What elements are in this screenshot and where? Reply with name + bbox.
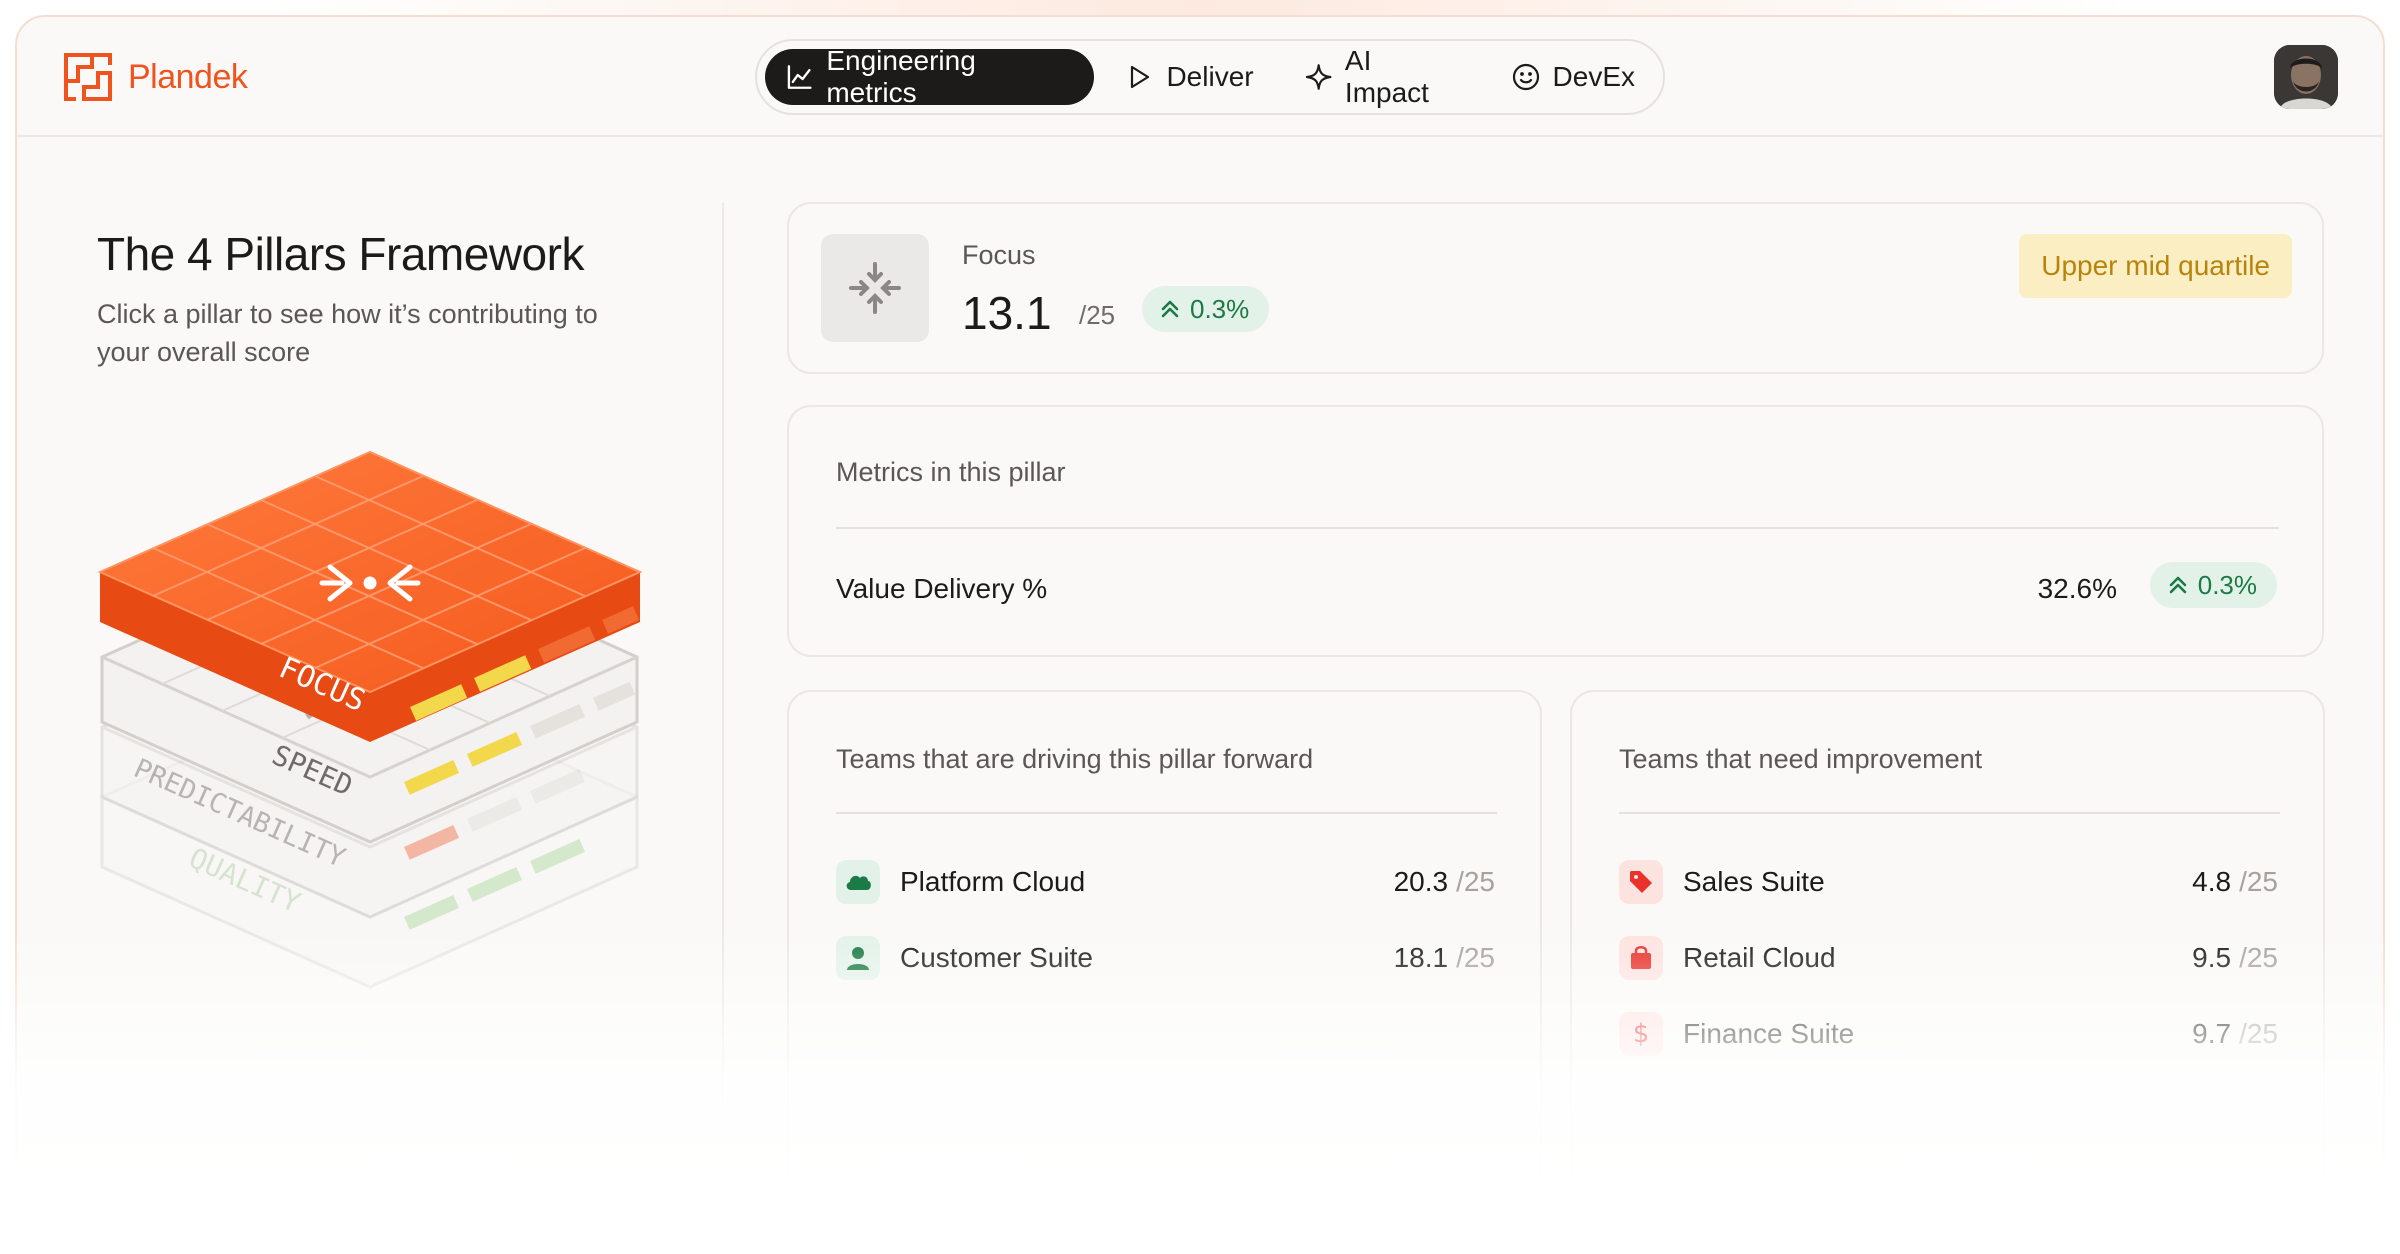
user-avatar[interactable]: [2274, 45, 2338, 109]
app-window: Plandek Engineering metrics Deliver AI I…: [15, 15, 2385, 1239]
focus-icon-box: [821, 234, 929, 342]
metric-value: 32.6%: [2037, 573, 2117, 604]
teams-forward-heading: Teams that are driving this pillar forwa…: [836, 744, 1314, 774]
nav-label: AI Impact: [1344, 45, 1429, 108]
nav-engineering-metrics[interactable]: Engineering metrics: [765, 45, 1095, 108]
nav-label: Engineering metrics: [826, 45, 976, 108]
shopping-bag-icon: [1619, 936, 1663, 980]
logo[interactable]: Plandek: [62, 51, 248, 103]
pillar-score: 13.1: [962, 287, 1052, 339]
team-row[interactable]: Customer Suite 18.1 /25: [836, 936, 1495, 980]
metric-name[interactable]: Value Delivery %: [836, 573, 1047, 605]
double-chevron-up-icon: [2169, 576, 2187, 594]
teams-improve-heading: Teams that need improvement: [1619, 744, 1983, 774]
page-title: The 4 Pillars Framework: [97, 228, 584, 280]
nav-deliver[interactable]: Deliver: [1104, 49, 1273, 105]
line-chart-icon: [787, 65, 812, 89]
teams-improve-card: Teams that need improvement Sales Suite …: [1570, 690, 2325, 1210]
user-photo: [2274, 45, 2338, 109]
smiley-icon: [1512, 63, 1539, 91]
dollar-icon: $: [1619, 1012, 1663, 1056]
plandek-logo-icon: [64, 53, 112, 101]
pillar-stack-illustration[interactable]: QUALITY PREDICTABILITY SPEED FOCUS: [92, 417, 692, 1157]
pillar-name: Focus: [962, 240, 1036, 270]
metrics-heading: Metrics in this pillar: [836, 457, 1066, 487]
teams-forward-card: Teams that are driving this pillar forwa…: [787, 690, 1542, 1210]
metrics-card: Metrics in this pillar Value Delivery % …: [787, 405, 2324, 657]
metric-change-badge: 0.3%: [2149, 562, 2277, 608]
divider: [836, 812, 1497, 814]
team-row[interactable]: $ Finance Suite 9.7 /25: [1619, 1012, 2278, 1056]
play-icon: [1131, 65, 1150, 89]
team-row[interactable]: Platform Cloud 20.3 /25: [836, 860, 1495, 904]
main-nav: Engineering metrics Deliver AI Impact De…: [755, 39, 1665, 115]
page-subtitle: Click a pillar to see how it’s contribut…: [97, 299, 598, 367]
sparkle-icon: [1305, 64, 1332, 90]
score-change-badge: 0.3%: [1142, 286, 1270, 332]
quartile-badge: Upper mid quartile: [2019, 234, 2292, 298]
nav-label: Deliver: [1166, 61, 1254, 92]
team-row[interactable]: Sales Suite 4.8 /25: [1619, 860, 2278, 904]
tag-icon: [1619, 860, 1663, 904]
double-chevron-up-icon: [1161, 300, 1179, 318]
top-bar: Plandek Engineering metrics Deliver AI I…: [17, 17, 2383, 137]
focus-compress-icon: [849, 262, 901, 314]
brand-name: Plandek: [128, 57, 248, 96]
divider: [836, 527, 2279, 529]
nav-ai-impact[interactable]: AI Impact: [1284, 45, 1481, 108]
team-row[interactable]: Retail Cloud 9.5 /25: [1619, 936, 2278, 980]
panel-divider: [722, 203, 724, 1103]
focus-summary-card: Focus 13.1 /25 0.3% Upper mid quartile: [787, 202, 2324, 374]
framework-panel: The 4 Pillars Framework Click a pillar t…: [17, 137, 722, 1237]
divider: [1619, 812, 2280, 814]
pillar-score-denominator: /25: [1079, 300, 1116, 330]
cloud-icon: [836, 860, 880, 904]
user-icon: [836, 936, 880, 980]
nav-devex[interactable]: DevEx: [1491, 49, 1655, 105]
nav-label: DevEx: [1552, 61, 1635, 92]
